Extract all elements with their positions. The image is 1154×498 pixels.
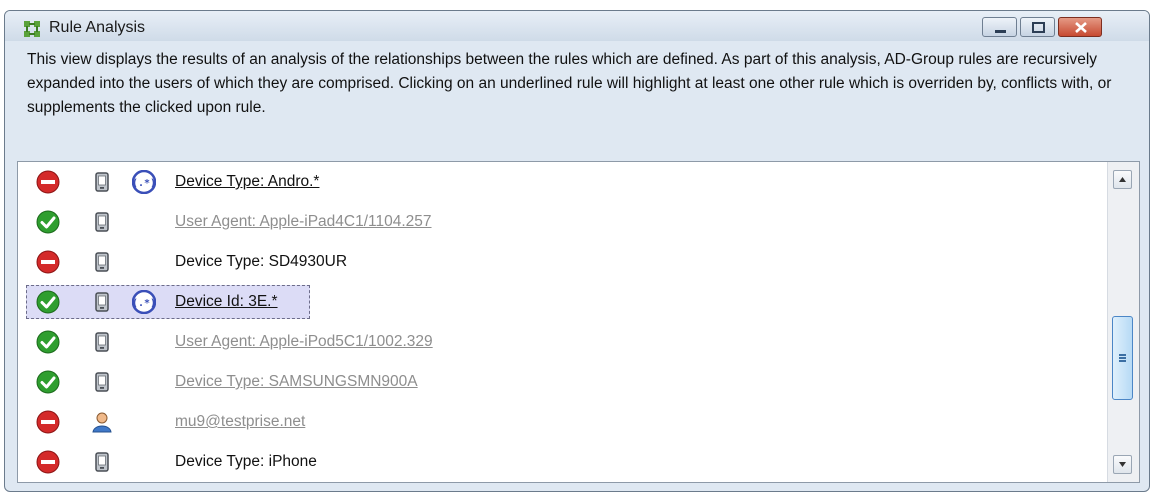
device-icon (90, 210, 114, 234)
rule-row[interactable] (18, 482, 1103, 483)
scroll-grip-line (1119, 357, 1126, 359)
deny-icon (36, 250, 60, 274)
arrow-down-icon (1119, 462, 1126, 467)
scroll-grip-line (1119, 360, 1126, 362)
device-icon (90, 370, 114, 394)
description-text: This view displays the results of an ana… (27, 51, 1112, 116)
scroll-down-button[interactable] (1113, 455, 1132, 474)
arrow-up-icon (1119, 177, 1126, 182)
deny-icon (36, 410, 60, 434)
rule-row-selected[interactable]: (.*) Device Id: 3E.* (18, 282, 1103, 322)
rule-row[interactable]: mu9@testprise.net (18, 402, 1103, 442)
window-title: Rule Analysis (49, 19, 146, 36)
regex-icon: (.*) (131, 169, 157, 195)
title-bar[interactable]: Rule Analysis (5, 11, 1149, 41)
svg-text:(.*): (.*) (132, 178, 156, 189)
allow-icon (36, 330, 60, 354)
deny-icon (36, 170, 60, 194)
scroll-up-button[interactable] (1113, 170, 1132, 189)
vertical-scrollbar[interactable] (1107, 162, 1139, 482)
allow-icon (36, 210, 60, 234)
svg-text:(.*): (.*) (132, 298, 156, 309)
deny-icon (36, 450, 60, 474)
scroll-thumb[interactable] (1112, 316, 1133, 400)
close-icon (1075, 22, 1087, 33)
device-icon (90, 330, 114, 354)
rule-label[interactable]: Device Type: SAMSUNGSMN900A (175, 373, 418, 391)
rule-label[interactable]: User Agent: Apple-iPad4C1/1104.257 (175, 213, 432, 231)
rule-row[interactable]: User Agent: Apple-iPod5C1/1002.329 (18, 322, 1103, 362)
rule-row[interactable]: User Agent: Apple-iPad4C1/1104.257 (18, 202, 1103, 242)
close-button[interactable] (1058, 17, 1102, 37)
rule-row[interactable]: Device Type: SD4930UR (18, 242, 1103, 282)
maximize-icon (1032, 22, 1045, 33)
device-icon (90, 250, 114, 274)
rule-label[interactable]: Device Type: Andro.* (175, 173, 319, 191)
rule-analysis-app-icon (24, 21, 40, 37)
rule-label[interactable]: mu9@testprise.net (175, 413, 305, 431)
rule-label: Device Type: iPhone (175, 453, 317, 470)
rule-label: Device Type: SD4930UR (175, 253, 348, 270)
maximize-button[interactable] (1020, 17, 1055, 37)
device-icon (90, 450, 114, 474)
minimize-button[interactable] (982, 17, 1017, 37)
rule-label[interactable]: Device Id: 3E.* (175, 293, 278, 311)
rule-row[interactable]: Device Type: iPhone (18, 442, 1103, 482)
allow-icon (36, 370, 60, 394)
scroll-grip-line (1119, 354, 1126, 356)
rule-label[interactable]: User Agent: Apple-iPod5C1/1002.329 (175, 333, 433, 351)
user-icon (90, 410, 114, 434)
rule-row[interactable]: (.*) Device Type: Andro.* (18, 162, 1103, 202)
device-icon (90, 170, 114, 194)
allow-icon (36, 290, 60, 314)
device-icon (90, 290, 114, 314)
rule-row[interactable]: Device Type: SAMSUNGSMN900A (18, 362, 1103, 402)
rule-list[interactable]: Device Type: iPhone mu9@testprise.net Devi… (17, 161, 1140, 483)
regex-icon: (.*) (131, 289, 157, 315)
rule-analysis-window: Rule Analysis This view displays the res… (4, 10, 1150, 492)
minimize-icon (995, 30, 1006, 33)
